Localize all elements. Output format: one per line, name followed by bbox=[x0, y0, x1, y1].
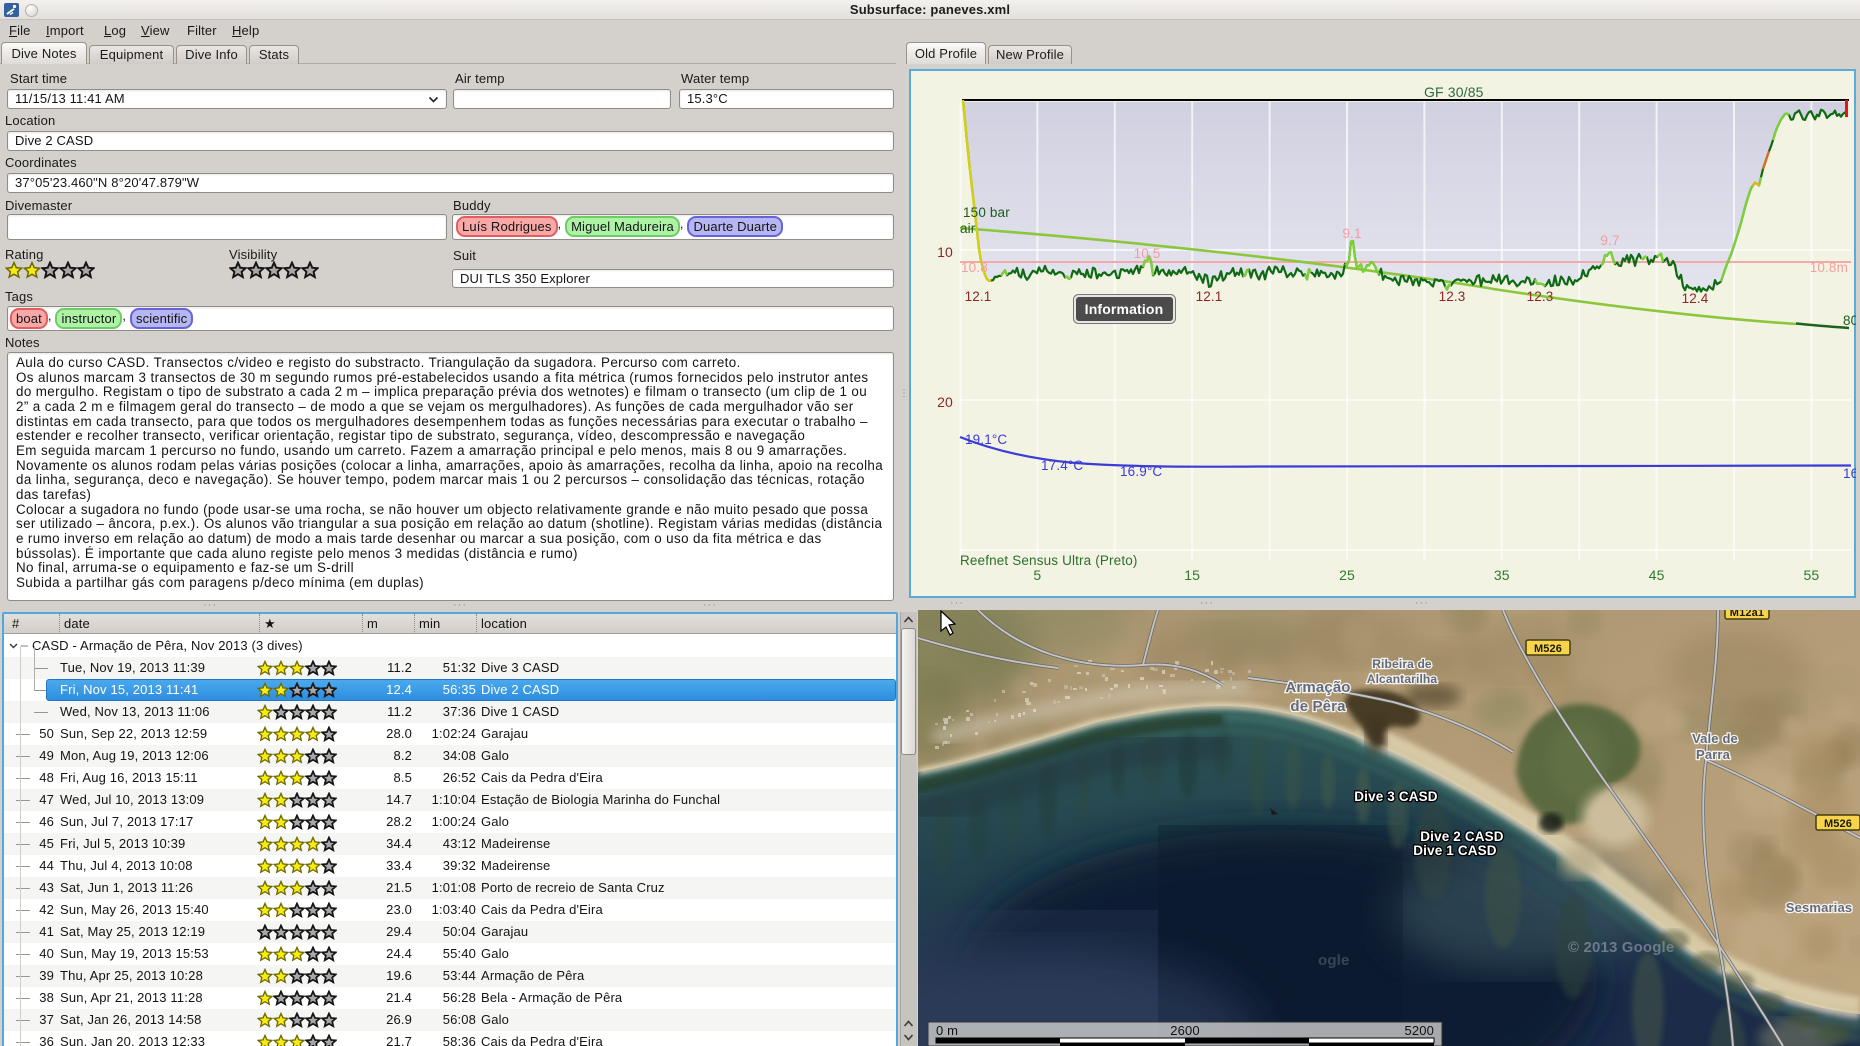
svg-text:GF 30/85: GF 30/85 bbox=[1424, 84, 1484, 100]
svg-text:17.4°C: 17.4°C bbox=[1041, 458, 1083, 473]
svg-text:16.9°C: 16.9°C bbox=[1120, 464, 1162, 479]
svg-text:Reefnet Sensus Ultra (Preto): Reefnet Sensus Ultra (Preto) bbox=[960, 553, 1138, 568]
svg-text:10.5: 10.5 bbox=[1134, 246, 1161, 261]
svg-text:Information: Information bbox=[1085, 301, 1164, 317]
svg-text:Parra: Parra bbox=[1696, 747, 1731, 762]
svg-text:Dive 2 CASD: Dive 2 CASD bbox=[1420, 829, 1504, 844]
svg-text:0 m: 0 m bbox=[936, 1023, 958, 1038]
svg-text:12.3: 12.3 bbox=[1527, 289, 1554, 304]
svg-text:10: 10 bbox=[937, 244, 953, 260]
svg-text:9.7: 9.7 bbox=[1600, 233, 1619, 248]
svg-text:12.4: 12.4 bbox=[1682, 291, 1709, 306]
svg-text:Dive 3 CASD: Dive 3 CASD bbox=[1354, 789, 1438, 804]
svg-text:12.1: 12.1 bbox=[965, 289, 992, 304]
svg-text:de Pêra: de Pêra bbox=[1290, 698, 1346, 715]
svg-text:20: 20 bbox=[937, 394, 953, 410]
svg-text:ogle: ogle bbox=[1318, 952, 1349, 969]
svg-text:15: 15 bbox=[1184, 567, 1200, 583]
svg-text:19.1°C: 19.1°C bbox=[965, 432, 1007, 447]
svg-text:Sesmarias: Sesmarias bbox=[1786, 900, 1852, 915]
svg-text:10.8m: 10.8m bbox=[1810, 260, 1848, 275]
svg-text:2600: 2600 bbox=[1170, 1023, 1200, 1038]
svg-text:M12а1: M12а1 bbox=[1730, 610, 1764, 619]
svg-text:9.1: 9.1 bbox=[1342, 226, 1361, 241]
svg-text:80: 80 bbox=[1843, 313, 1856, 328]
svg-text:air: air bbox=[960, 221, 976, 236]
svg-text:16: 16 bbox=[1843, 466, 1856, 481]
svg-text:45: 45 bbox=[1649, 567, 1665, 583]
svg-text:M526: M526 bbox=[1534, 643, 1562, 655]
svg-text:5200: 5200 bbox=[1404, 1023, 1434, 1038]
svg-text:Armação: Armação bbox=[1285, 679, 1350, 696]
svg-text:55: 55 bbox=[1803, 567, 1819, 583]
svg-text:Dive 1 CASD: Dive 1 CASD bbox=[1413, 843, 1497, 858]
svg-text:25: 25 bbox=[1339, 567, 1355, 583]
svg-text:5: 5 bbox=[1033, 567, 1041, 583]
svg-text:35: 35 bbox=[1494, 567, 1510, 583]
svg-text:150 bar: 150 bar bbox=[963, 205, 1010, 220]
svg-text:12.1: 12.1 bbox=[1196, 289, 1223, 304]
svg-text:M526: M526 bbox=[1824, 818, 1852, 830]
svg-text:Ribeira de: Ribeira de bbox=[1372, 657, 1432, 671]
svg-text:10.8: 10.8 bbox=[961, 260, 988, 275]
svg-text:© 2013 Google: © 2013 Google bbox=[1568, 939, 1674, 956]
svg-text:12.3: 12.3 bbox=[1439, 289, 1466, 304]
svg-text:Alcantarilha: Alcantarilha bbox=[1367, 672, 1438, 686]
svg-text:Vale de: Vale de bbox=[1692, 731, 1738, 746]
